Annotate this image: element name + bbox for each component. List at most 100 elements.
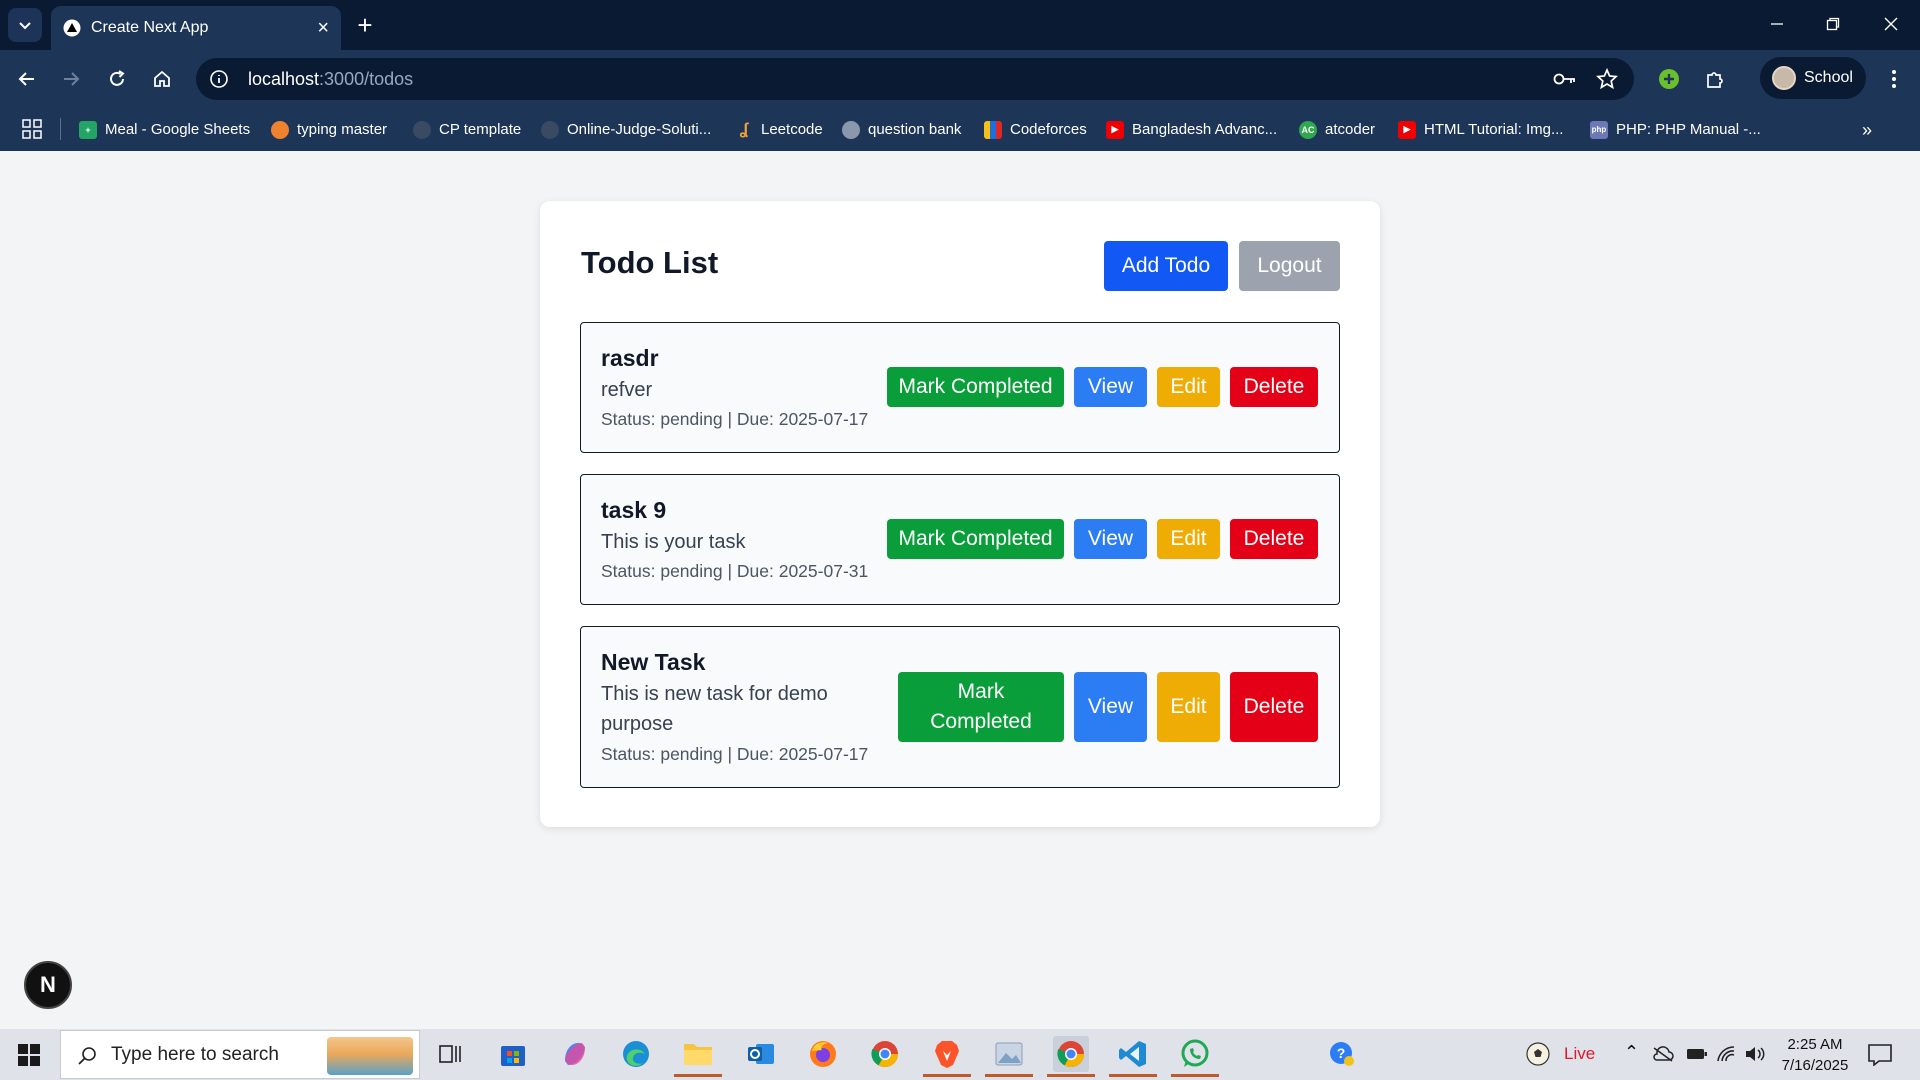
mark-completed-button[interactable]: Mark Completed [887, 519, 1064, 559]
bookmark-item[interactable]: AC atcoder [1299, 108, 1375, 151]
apps-grid-icon[interactable] [22, 119, 42, 139]
bookmark-item[interactable]: Online-Judge-Soluti... [541, 108, 711, 151]
edge-icon[interactable] [618, 1036, 654, 1072]
running-indicator [923, 1074, 971, 1077]
todo-status: Status: pending | Due: 2025-07-17 [601, 409, 869, 429]
add-todo-button[interactable]: Add Todo [1104, 241, 1228, 291]
volume-icon[interactable] [1744, 1045, 1766, 1063]
running-indicator [1109, 1074, 1157, 1077]
battery-icon[interactable] [1686, 1047, 1708, 1061]
bookmark-item[interactable]: question bank [842, 108, 961, 151]
live-label[interactable]: Live [1564, 1044, 1595, 1064]
chrome-active-icon[interactable] [1047, 1036, 1095, 1077]
edit-button[interactable]: Edit [1157, 672, 1220, 742]
bookmark-label: Online-Judge-Soluti... [567, 121, 712, 138]
minimize-icon[interactable] [1764, 11, 1790, 37]
edit-button[interactable]: Edit [1157, 367, 1220, 407]
extensions-puzzle-icon[interactable] [1700, 64, 1730, 94]
bookmark-item[interactable]: CP template [413, 108, 521, 151]
password-key-icon[interactable] [1552, 67, 1578, 91]
reload-icon[interactable] [102, 64, 132, 94]
delete-button[interactable]: Delete [1230, 519, 1318, 559]
file-explorer-icon[interactable] [674, 1036, 722, 1077]
atcoder-icon: AC [1299, 120, 1317, 139]
nextjs-favicon-icon [63, 19, 81, 37]
chrome-icon[interactable] [867, 1036, 903, 1072]
microsoft-store-icon[interactable] [495, 1036, 531, 1072]
extension-plus-icon[interactable] [1654, 64, 1684, 94]
profile-button[interactable]: School [1760, 57, 1866, 99]
browser-tab[interactable]: Create Next App × [51, 6, 341, 50]
back-icon[interactable] [12, 64, 42, 94]
restore-icon[interactable] [1820, 11, 1846, 37]
bookmark-item[interactable]: + Meal - Google Sheets [79, 108, 250, 151]
edit-button[interactable]: Edit [1157, 519, 1220, 559]
delete-button[interactable]: Delete [1230, 672, 1318, 742]
vscode-icon[interactable] [1109, 1036, 1157, 1077]
browser-toolbar: localhost:3000/todos School [0, 50, 1920, 108]
page-background: Todo List Add Todo Logout rasdr refver S… [0, 151, 1920, 1029]
bookmark-star-icon[interactable] [1594, 67, 1620, 91]
whatsapp-icon[interactable] [1171, 1036, 1219, 1077]
view-button[interactable]: View [1074, 519, 1147, 559]
youtube-icon: ▶ [1106, 120, 1124, 139]
todo-title: New Task [601, 649, 706, 675]
todo-description: This is your task [601, 531, 746, 553]
mark-completed-button[interactable]: Mark Completed [898, 672, 1064, 742]
bookmark-item[interactable]: typing master [271, 108, 387, 151]
bookmark-label: typing master [297, 121, 388, 138]
copilot-icon[interactable] [557, 1036, 593, 1072]
help-icon[interactable]: ? [1324, 1036, 1360, 1072]
task-view-icon[interactable] [432, 1036, 468, 1072]
new-tab-button[interactable]: + [352, 12, 378, 38]
view-button[interactable]: View [1074, 367, 1147, 407]
search-icon [78, 1047, 96, 1065]
avatar [1772, 66, 1796, 90]
todo-status: Status: pending | Due: 2025-07-31 [601, 561, 869, 581]
forward-icon[interactable] [56, 64, 86, 94]
photos-icon[interactable] [985, 1036, 1033, 1077]
firefox-icon[interactable] [805, 1036, 841, 1072]
chevron-down-icon [19, 22, 31, 30]
show-hidden-icons[interactable]: ⌃ [1624, 1042, 1639, 1063]
bookmark-label: atcoder [1325, 121, 1376, 138]
bookmark-item[interactable]: Codeforces [984, 108, 1087, 151]
site-info-icon[interactable] [208, 68, 230, 90]
wifi-icon[interactable] [1716, 1045, 1736, 1063]
browser-tab-strip: Create Next App × + [0, 0, 1920, 50]
weather-soccer-icon[interactable] [1520, 1036, 1556, 1072]
nextjs-dev-badge[interactable]: N [24, 961, 72, 1009]
tab-search-button[interactable] [8, 8, 42, 42]
bookmark-item[interactable]: php PHP: PHP Manual -... [1590, 108, 1761, 151]
clock[interactable]: 2:25 AM 7/16/2025 [1768, 1034, 1862, 1076]
taskbar-search-box[interactable]: Type here to search [60, 1030, 420, 1079]
home-icon[interactable] [147, 64, 177, 94]
delete-button[interactable]: Delete [1230, 367, 1318, 407]
bookmark-label: Leetcode [761, 121, 823, 138]
logout-button[interactable]: Logout [1239, 241, 1340, 291]
profile-name: School [1804, 69, 1853, 86]
brave-icon[interactable] [923, 1036, 971, 1077]
browser-menu-icon[interactable] [1884, 66, 1904, 92]
bookmark-item[interactable]: ▶ Bangladesh Advanc... [1106, 108, 1277, 151]
bookmark-item[interactable]: ▶ HTML Tutorial: Img... [1398, 108, 1563, 151]
address-bar[interactable]: localhost:3000/todos [196, 58, 1634, 100]
mark-completed-button[interactable]: Mark Completed [887, 367, 1064, 407]
svg-text:?: ? [1337, 1045, 1346, 1061]
bookmark-label: Bangladesh Advanc... [1132, 121, 1278, 138]
notifications-icon[interactable] [1868, 1044, 1892, 1066]
bookmark-item[interactable]: ʆ Leetcode [735, 108, 823, 151]
close-window-icon[interactable] [1878, 11, 1904, 37]
windows-start-icon[interactable] [18, 1044, 40, 1066]
sheets-icon: + [79, 120, 97, 139]
close-tab-icon[interactable]: × [317, 18, 329, 38]
page-title: Todo List [581, 245, 719, 280]
more-bookmarks-icon[interactable]: » [1862, 120, 1872, 141]
view-button[interactable]: View [1074, 672, 1147, 742]
bookmark-label: CP template [439, 121, 522, 138]
bookmarks-bar: + Meal - Google Sheets typing master CP t… [0, 108, 1920, 151]
outlook-icon[interactable] [743, 1036, 779, 1072]
cloud-offline-icon[interactable] [1652, 1046, 1674, 1062]
bookmark-label: HTML Tutorial: Img... [1424, 121, 1564, 138]
bookmark-label: Meal - Google Sheets [105, 121, 251, 138]
